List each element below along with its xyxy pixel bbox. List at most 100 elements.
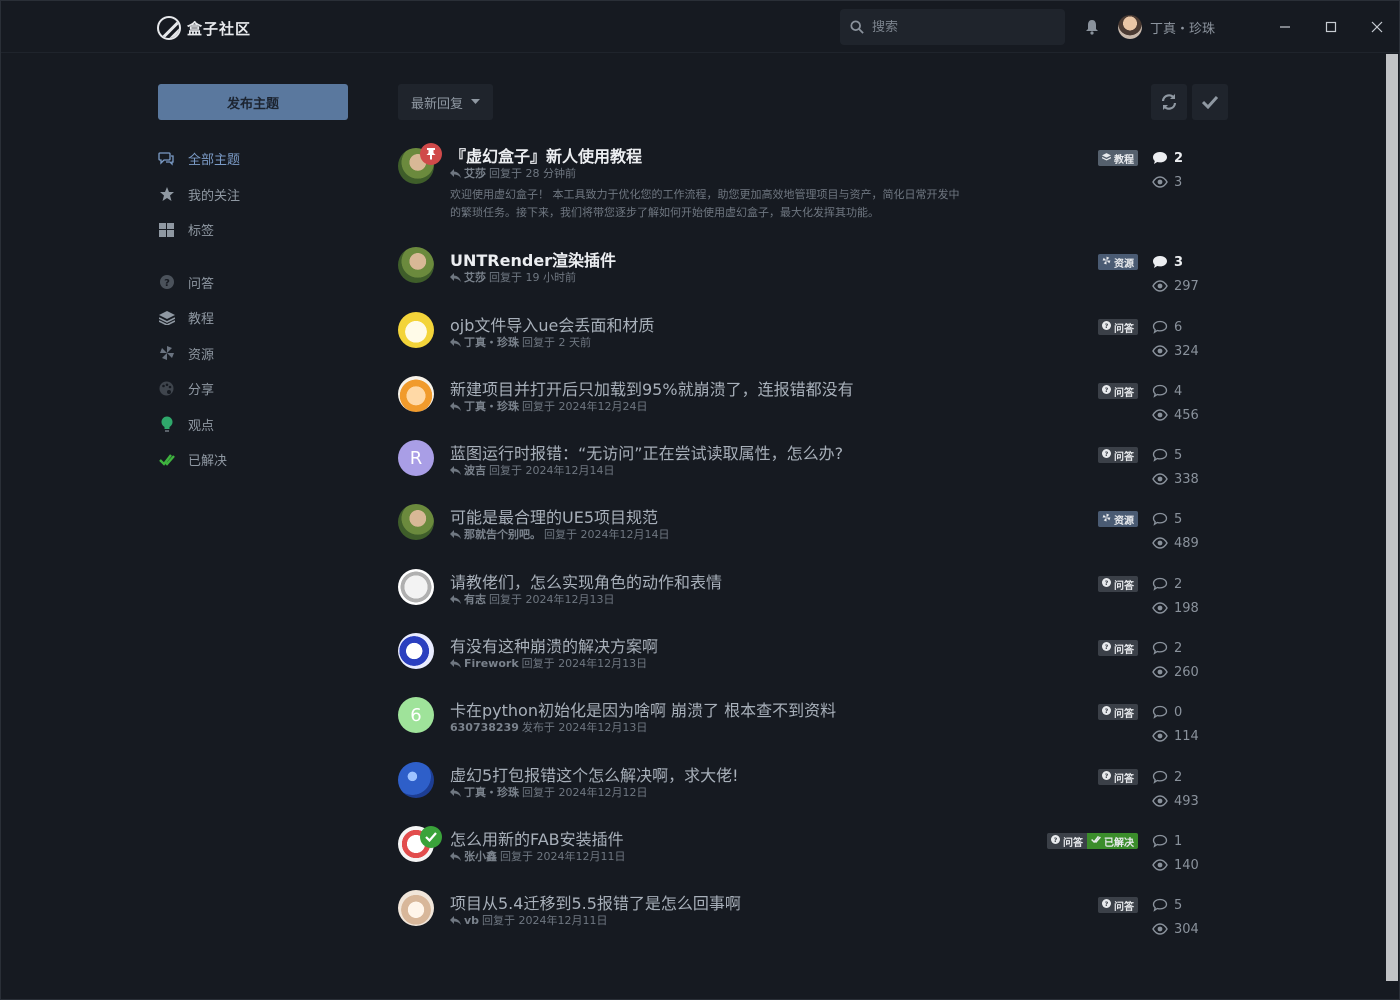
topic-user[interactable]: 630738239	[450, 721, 519, 734]
topic-title[interactable]: 可能是最合理的UE5项目规范	[450, 504, 658, 528]
avatar[interactable]: 6	[398, 697, 434, 733]
topic-meta: 630738239 发布于 2024年12月13日	[450, 719, 647, 735]
new-topic-button[interactable]: 发布主题	[158, 84, 348, 120]
avatar[interactable]	[398, 504, 434, 540]
topic-row[interactable]: 6 卡在python初始化是因为啥啊 崩溃了 根本查不到资料 630738239 发布…	[398, 697, 1228, 760]
reply-arrow-icon	[450, 851, 461, 861]
topic-row[interactable]: 怎么用新的FAB安装插件 张小鑫 回复于 2024年12月11日 ? 问答 已解决 1 1…	[398, 826, 1228, 889]
sidebar-item-qa[interactable]: ? 问答	[158, 265, 348, 301]
tag-resource[interactable]: 资源	[1098, 511, 1138, 527]
tag-resource[interactable]: 资源	[1098, 254, 1138, 270]
topic-user[interactable]: 艾莎	[464, 269, 486, 285]
user-menu[interactable]: 丁真・珍珠	[1118, 15, 1215, 39]
tag-qa[interactable]: ? 问答	[1098, 704, 1138, 720]
tag-qa[interactable]: ? 问答	[1098, 897, 1138, 913]
maximize-icon	[1325, 21, 1337, 33]
topic-stats: 6 324	[1152, 315, 1222, 363]
topic-user[interactable]: 有志	[464, 591, 486, 607]
refresh-button[interactable]	[1151, 84, 1187, 120]
svg-text:?: ?	[164, 278, 170, 289]
topic-user[interactable]: 波吉	[464, 462, 486, 478]
tag-qa[interactable]: ? 问答	[1098, 383, 1138, 399]
avatar[interactable]	[398, 569, 434, 605]
topic-user[interactable]: 丁真・珍珠	[464, 334, 519, 350]
reply-arrow-icon	[450, 465, 461, 475]
reply-count: 2	[1152, 765, 1222, 789]
avatar[interactable]	[398, 633, 434, 669]
topic-user[interactable]: 张小鑫	[464, 848, 497, 864]
app-logo[interactable]: 盒子社区	[157, 16, 251, 40]
topic-title[interactable]: 项目从5.4迁移到5.5报错了是怎么回事啊	[450, 890, 741, 914]
solved-check-icon	[420, 826, 442, 848]
topic-title[interactable]: 怎么用新的FAB安装插件	[450, 826, 624, 850]
avatar[interactable]	[398, 312, 434, 348]
topic-title[interactable]: 卡在python初始化是因为啥啊 崩溃了 根本查不到资料	[450, 697, 836, 721]
topic-user[interactable]: vb	[464, 914, 479, 927]
topic-title[interactable]: 新建项目并打开后只加载到95%就崩溃了，连报错都没有	[450, 376, 854, 400]
topic-title[interactable]: 有没有这种崩溃的解决方案啊	[450, 633, 658, 657]
topic-user[interactable]: Firework	[464, 657, 519, 670]
topic-row[interactable]: ojb文件导入ue会丢面和材质 丁真・珍珠 回复于 2 天前 ? 问答 6 324	[398, 312, 1228, 375]
avatar[interactable]: R	[398, 440, 434, 476]
topic-row[interactable]: 可能是最合理的UE5项目规范 那就告个别吧。 回复于 2024年12月14日 资源 5…	[398, 504, 1228, 567]
view-count: 260	[1152, 660, 1222, 684]
topic-row[interactable]: 请教佬们，怎么实现角色的动作和表情 有志 回复于 2024年12月13日 ? 问答 2 …	[398, 569, 1228, 632]
tag-qa[interactable]: ? 问答	[1098, 447, 1138, 463]
topic-user[interactable]: 丁真・珍珠	[464, 398, 519, 414]
topic-title[interactable]: 蓝图运行时报错：“无访问”正在尝试读取属性，怎么办?	[450, 440, 843, 464]
tag-icon: ?	[1102, 321, 1111, 333]
avatar[interactable]	[398, 376, 434, 412]
sidebar-item-solved[interactable]: 已解决	[158, 442, 348, 478]
topic-row[interactable]: 新建项目并打开后只加载到95%就崩溃了，连报错都没有 丁真・珍珠 回复于 2024年…	[398, 376, 1228, 439]
views-icon	[1152, 176, 1168, 188]
topic-user[interactable]: 那就告个别吧。	[464, 526, 541, 542]
mark-all-read-button[interactable]	[1192, 84, 1228, 120]
tag-tutorial[interactable]: 教程	[1098, 150, 1138, 166]
topic-title[interactable]: 虚幻5打包报错这个怎么解决啊，求大佬!	[450, 762, 739, 786]
topic-title[interactable]: 请教佬们，怎么实现角色的动作和表情	[450, 569, 722, 593]
topic-user[interactable]: 艾莎	[464, 165, 486, 181]
svg-text:?: ?	[1105, 579, 1109, 587]
tag-qa[interactable]: ? 问答	[1098, 640, 1138, 656]
avatar[interactable]	[398, 890, 434, 926]
replies-icon	[1152, 898, 1168, 912]
avatar[interactable]	[398, 247, 434, 283]
minimize-button[interactable]	[1273, 15, 1297, 39]
sidebar-item-tags[interactable]: 标签	[158, 212, 348, 248]
sort-dropdown[interactable]: 最新回复	[398, 84, 494, 120]
views-icon	[1152, 602, 1168, 614]
sidebar-item-tutorials[interactable]: 教程	[158, 300, 348, 336]
tag-qa[interactable]: ? 问答	[1098, 319, 1138, 335]
pinned-icon	[420, 143, 442, 165]
topic-row[interactable]: 『虚幻盒子』新人使用教程 艾莎 回复于 28 分钟前 欢迎使用虚幻盒子！ 本工具致力于…	[398, 143, 1228, 219]
tag-qa[interactable]: ? 问答	[1098, 576, 1138, 592]
avatar[interactable]	[398, 762, 434, 798]
sidebar-item-following[interactable]: 我的关注	[158, 177, 348, 213]
tag-qa[interactable]: ? 问答	[1047, 833, 1087, 849]
app-window: 盒子社区 丁真・珍珠 发布主题 全部主题 我的关注	[0, 0, 1400, 1000]
topic-title[interactable]: UNTRender渲染插件	[450, 247, 616, 271]
topic-user[interactable]: 丁真・珍珠	[464, 784, 519, 800]
svg-text:?: ?	[1105, 707, 1109, 715]
topic-row[interactable]: 虚幻5打包报错这个怎么解决啊，求大佬! 丁真・珍珠 回复于 2024年12月12日?…	[398, 762, 1228, 825]
sidebar-item-share[interactable]: 分享	[158, 371, 348, 407]
topic-title[interactable]: 『虚幻盒子』新人使用教程	[450, 143, 642, 167]
tag-solved[interactable]: 已解决	[1087, 833, 1138, 849]
topic-row[interactable]: 有没有这种崩溃的解决方案啊 Firework 回复于 2024年12月13日? 问答 …	[398, 633, 1228, 696]
search-box[interactable]	[840, 9, 1065, 45]
sidebar-item-label: 全部主题	[188, 153, 241, 169]
close-button[interactable]	[1365, 15, 1389, 39]
tag-qa[interactable]: ? 问答	[1098, 769, 1138, 785]
sidebar-item-resources[interactable]: 资源	[158, 336, 348, 372]
topic-row[interactable]: 项目从5.4迁移到5.5报错了是怎么回事啊 vb 回复于 2024年12月11日 ? 问…	[398, 890, 1228, 953]
topic-row[interactable]: R 蓝图运行时报错：“无访问”正在尝试读取属性，怎么办? 波吉 回复于 2024年12…	[398, 440, 1228, 503]
notifications-bell-icon[interactable]	[1084, 19, 1100, 35]
topic-tags: ? 问答 已解决	[1047, 833, 1138, 849]
maximize-button[interactable]	[1319, 15, 1343, 39]
scrollbar-thumb[interactable]	[1386, 54, 1398, 981]
search-input[interactable]	[872, 19, 1042, 35]
topic-title[interactable]: ojb文件导入ue会丢面和材质	[450, 312, 654, 336]
topic-row[interactable]: UNTRender渲染插件 艾莎 回复于 19 小时前 资源 3 297	[398, 247, 1228, 310]
sidebar-item-all-topics[interactable]: 全部主题	[158, 141, 348, 177]
sidebar-item-opinions[interactable]: 观点	[158, 407, 348, 443]
